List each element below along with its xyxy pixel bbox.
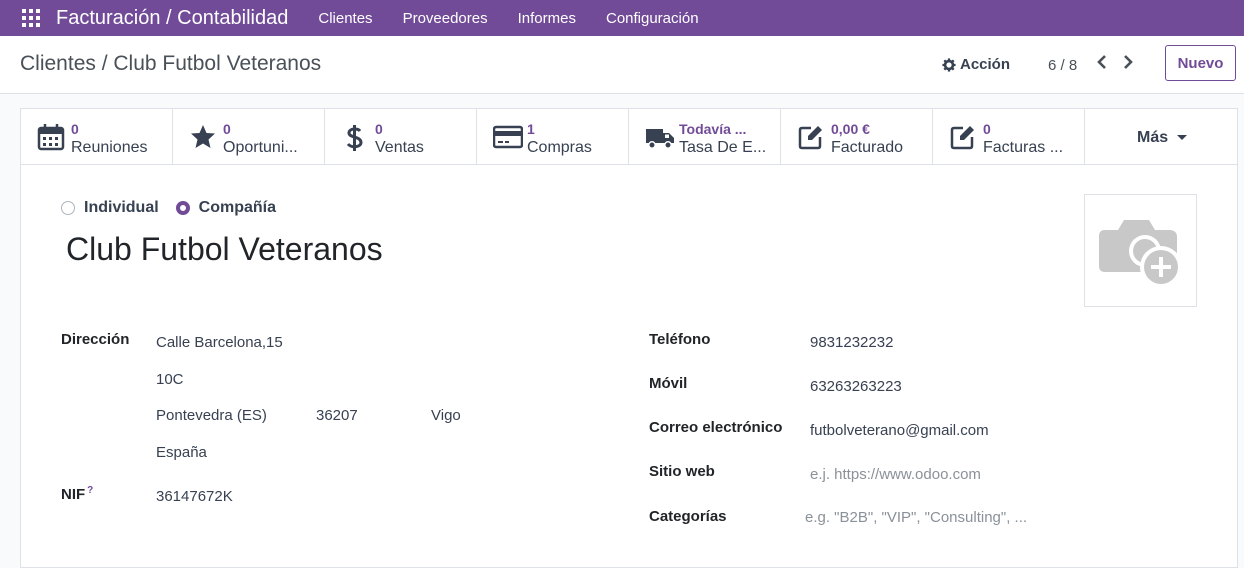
more-label: Más (1137, 129, 1169, 146)
control-panel: Clientes / Club Futbol Veteranos Acción … (0, 36, 1244, 94)
vat-field[interactable]: 36147672K (156, 488, 233, 505)
caret-down-icon (1176, 135, 1187, 141)
smart-button-value: 0 (375, 121, 383, 137)
pager-value[interactable]: 6 / 8 (1048, 57, 1077, 74)
smart-button-invoices[interactable]: 0 Facturas ... (933, 109, 1085, 164)
email-field[interactable]: futbolveterano@gmail.com (810, 422, 989, 439)
pencil-square-icon (797, 123, 825, 151)
country-field[interactable]: España (156, 444, 207, 461)
smart-button-value: 0 (71, 121, 79, 137)
smart-button-label: Ventas (375, 139, 424, 156)
smart-button-value: 1 (527, 121, 535, 137)
pencil-square-icon (949, 123, 977, 151)
radio-individual[interactable] (61, 201, 75, 215)
smart-button-label: Reuniones (71, 139, 148, 156)
calendar-icon (37, 123, 65, 151)
smart-button-value: 0 (983, 121, 991, 137)
radio-company[interactable] (175, 201, 190, 215)
credit-card-icon (492, 123, 524, 151)
phone-label: Teléfono (649, 331, 711, 348)
smart-button-value: Todavía ... (679, 121, 747, 137)
smart-button-invoiced[interactable]: 0,00 € Facturado (781, 109, 933, 164)
menu-item-proveedores[interactable]: Proveedores (403, 10, 488, 27)
street-field[interactable]: Calle Barcelona,15 (156, 334, 283, 351)
smart-button-label: Facturas ... (983, 139, 1064, 156)
smart-button-value: 0 (223, 121, 231, 137)
smart-button-meetings[interactable]: 0 Reuniones (21, 109, 173, 164)
mobile-field[interactable]: 63263263223 (810, 378, 902, 395)
tags-field[interactable]: e.g. "B2B", "VIP", "Consulting", ... (805, 509, 1027, 526)
menu-item-informes[interactable]: Informes (518, 10, 576, 27)
smart-buttons: 0 Reuniones 0 Oportuni... 0 Ventas 1 Com… (21, 109, 1237, 165)
action-label: Acción (960, 56, 1011, 73)
smart-button-label: Tasa De E... (679, 139, 767, 156)
smart-button-delivery-rate[interactable]: Todavía ... Tasa De E... (629, 109, 781, 164)
action-button[interactable]: Acción (942, 56, 1010, 73)
city-field[interactable]: Vigo (431, 407, 461, 424)
more-button[interactable]: Más (1085, 109, 1233, 164)
radio-company-label[interactable]: Compañía (199, 199, 276, 217)
vat-label-text: NIF (61, 486, 86, 503)
street2-field[interactable]: 10C (156, 371, 184, 388)
smart-button-label: Oportuni... (223, 139, 298, 156)
camera-plus-icon (1099, 220, 1182, 288)
radio-individual-label[interactable]: Individual (84, 199, 159, 217)
truck-icon (645, 123, 674, 151)
dollar-icon (341, 123, 369, 151)
star-icon (189, 123, 217, 151)
email-label: Correo electrónico (649, 419, 783, 436)
vat-label: NIF? (61, 485, 93, 503)
menu-item-configuracion[interactable]: Configuración (606, 10, 699, 27)
form-sheet: 0 Reuniones 0 Oportuni... 0 Ventas 1 Com… (20, 108, 1238, 568)
top-navbar: Facturación / Contabilidad Clientes Prov… (0, 0, 1244, 36)
zip-field[interactable]: 36207 (316, 407, 358, 424)
company-type-selector: Individual Compañía (61, 199, 293, 217)
gear-icon (942, 57, 956, 72)
company-name-field[interactable]: Club Futbol Veteranos (66, 231, 383, 268)
smart-button-opportunities[interactable]: 0 Oportuni... (173, 109, 325, 164)
menu-item-clientes[interactable]: Clientes (318, 10, 372, 27)
image-upload[interactable] (1084, 194, 1197, 307)
phone-field[interactable]: 9831232232 (810, 334, 893, 351)
apps-grid-icon[interactable] (22, 9, 40, 27)
chevron-right-icon[interactable] (1122, 53, 1134, 76)
smart-button-label: Facturado (831, 139, 904, 156)
help-icon[interactable]: ? (87, 485, 93, 496)
website-field[interactable]: e.j. https://www.odoo.com (810, 466, 981, 483)
chevron-left-icon[interactable] (1096, 53, 1108, 76)
smart-button-label: Compras (527, 139, 592, 156)
smart-button-purchases[interactable]: 1 Compras (477, 109, 629, 164)
app-title[interactable]: Facturación / Contabilidad (56, 7, 288, 30)
state-field[interactable]: Pontevedra (ES) (156, 407, 267, 424)
smart-button-value: 0,00 € (831, 121, 870, 137)
smart-button-sales[interactable]: 0 Ventas (325, 109, 477, 164)
website-label: Sitio web (649, 463, 715, 480)
mobile-label: Móvil (649, 375, 688, 392)
breadcrumb[interactable]: Clientes / Club Futbol Veteranos (20, 52, 321, 76)
new-button[interactable]: Nuevo (1165, 45, 1236, 81)
tags-label: Categorías (649, 508, 727, 525)
address-label: Dirección (61, 331, 130, 348)
